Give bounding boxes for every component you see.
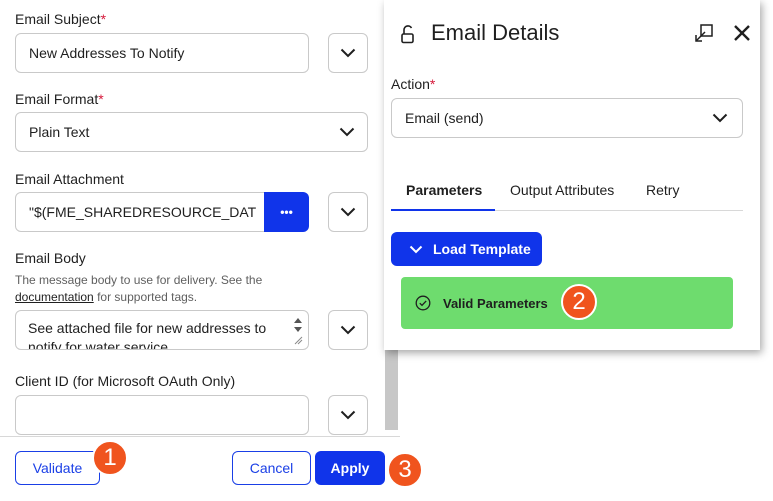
close-icon[interactable]	[734, 25, 750, 41]
form-scrollbar-thumb[interactable]	[385, 340, 398, 430]
chevron-down-icon	[339, 127, 355, 137]
client-id-input[interactable]	[15, 395, 309, 435]
documentation-link[interactable]: documentation	[15, 290, 94, 304]
action-select[interactable]: Email (send)	[391, 98, 743, 138]
action-label: Action*	[391, 76, 436, 92]
email-format-select[interactable]: Plain Text	[15, 112, 368, 152]
attachment-browse-button[interactable]: •••	[264, 192, 309, 232]
chevron-down-icon	[409, 245, 423, 253]
chevron-down-icon	[340, 325, 356, 335]
email-body-help-text: The message body to use for delivery. Se…	[15, 273, 263, 304]
tab-parameters[interactable]: Parameters	[406, 182, 482, 198]
load-template-button[interactable]: Load Template	[391, 232, 542, 266]
email-body-label: Email Body	[15, 250, 86, 266]
unlock-icon[interactable]	[400, 25, 416, 44]
check-circle-icon	[415, 295, 431, 311]
client-id-label: Client ID (for Microsoft OAuth Only)	[15, 373, 236, 389]
validate-button[interactable]: Validate	[15, 451, 100, 485]
email-subject-dropdown-button[interactable]	[328, 33, 368, 73]
email-subject-input[interactable]: New Addresses To Notify	[15, 33, 309, 73]
callout-badge-1: 1	[92, 440, 128, 476]
apply-button[interactable]: Apply	[315, 451, 385, 485]
email-format-label: Email Format*	[15, 91, 104, 107]
email-attachment-label: Email Attachment	[15, 171, 124, 187]
form-footer: Validate Cancel Apply	[0, 436, 400, 501]
chevron-down-icon	[340, 410, 356, 420]
tab-output-attributes[interactable]: Output Attributes	[510, 182, 614, 198]
email-attachment-input[interactable]: "$(FME_SHAREDRESOURCE_DAT	[15, 192, 267, 232]
callout-badge-2: 2	[561, 284, 597, 320]
email-body-dropdown-button[interactable]	[328, 310, 368, 350]
email-attachment-dropdown-button[interactable]	[328, 192, 368, 232]
validation-status-text: Valid Parameters	[443, 295, 548, 311]
callout-badge-3: 3	[387, 452, 423, 488]
chevron-down-icon	[712, 113, 728, 123]
textarea-scroll-arrows-icon[interactable]	[293, 316, 303, 346]
panel-title: Email Details	[431, 20, 560, 45]
email-body-textarea[interactable]: See attached file for new addresses to n…	[15, 310, 309, 350]
active-tab-indicator	[391, 209, 495, 211]
pop-out-icon[interactable]	[694, 23, 714, 43]
email-subject-label: Email Subject*	[15, 11, 107, 27]
client-id-dropdown-button[interactable]	[328, 395, 368, 435]
chevron-down-icon	[340, 48, 356, 58]
chevron-down-icon	[340, 207, 356, 217]
tab-retry[interactable]: Retry	[646, 182, 679, 198]
cancel-button[interactable]: Cancel	[232, 451, 311, 485]
